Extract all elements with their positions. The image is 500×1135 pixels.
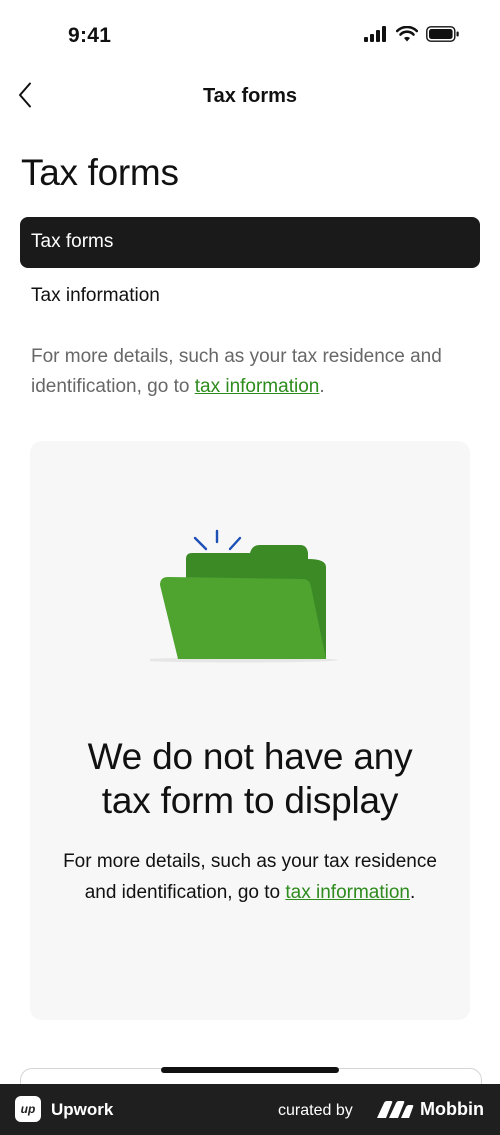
tab-tax-forms[interactable]: Tax forms [20,217,480,268]
status-bar: 9:41 [0,0,500,76]
app-name: Upwork [51,1100,114,1119]
hint-suffix: . [319,376,325,397]
tax-information-link[interactable]: tax information [285,882,410,903]
heading-line-2: tax form to display [101,780,399,821]
brand-name: Mobbin [420,1099,484,1119]
tax-info-hint: For more details, such as your tax resid… [31,342,471,402]
tab-tax-information[interactable]: Tax information [20,273,480,319]
status-icons [364,25,460,47]
empty-state-card: We do not have any tax form to display F… [30,441,470,1020]
nav-bar: Tax forms [0,76,500,118]
page-title: Tax forms [21,152,179,193]
tab-label: Tax forms [31,231,114,252]
cellular-signal-icon [364,26,388,47]
curated-by-label: curated by [278,1102,353,1119]
open-folder-illustration [138,529,350,674]
battery-icon [426,26,460,47]
mobbin-logo-icon [375,1100,415,1125]
nav-title: Tax forms [202,85,298,107]
status-time: 9:41 [68,24,112,47]
heading-line-1: We do not have any [87,736,413,777]
wifi-icon [395,25,419,47]
tab-label: Tax information [31,285,160,306]
footer-bar: up Upwork curated by Mobbin [0,1084,500,1135]
description-suffix: . [410,882,416,903]
upwork-logo-icon: up [15,1096,41,1122]
home-indicator [161,1067,339,1073]
empty-state-heading: We do not have any tax form to display [30,735,470,823]
empty-state-description: For more details, such as your tax resid… [60,846,440,908]
tax-information-link[interactable]: tax information [195,376,320,397]
